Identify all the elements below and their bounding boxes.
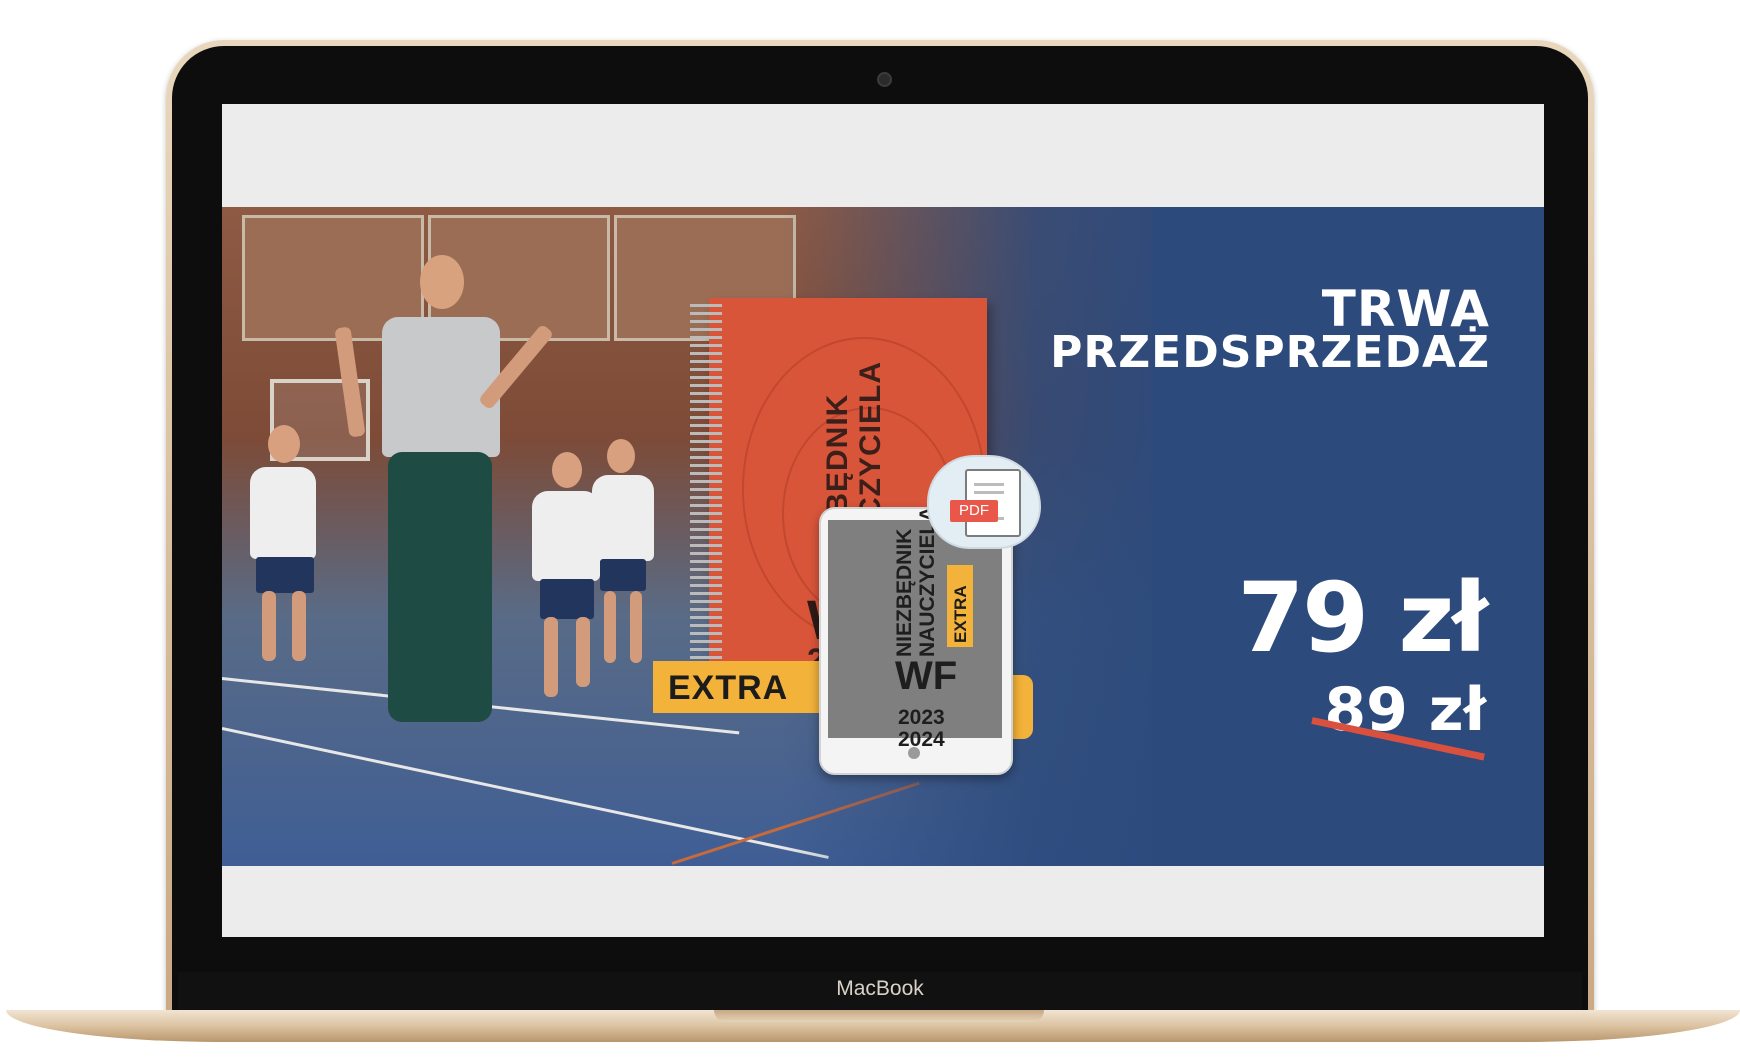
laptop-screen: NIEZBĘDNIK NAUCZYCIELA WF 2023 2024 EXTR… <box>222 104 1544 937</box>
tablet-year-end: 2024 <box>898 728 945 751</box>
camera-icon <box>877 72 892 87</box>
tablet-extra-label: EXTRA <box>951 585 970 643</box>
document-line <box>974 491 1004 494</box>
spiral-binding <box>690 304 722 662</box>
promo-banner: NIEZBĘDNIK NAUCZYCIELA WF 2023 2024 EXTR… <box>222 207 1544 866</box>
tablet-title-line1: NIEZBĘDNIK <box>893 528 916 657</box>
document-line <box>974 483 1004 486</box>
tablet-year-start: 2023 <box>898 706 945 729</box>
old-price: 89 zł <box>1324 675 1486 745</box>
tablet-subject: WF <box>895 654 958 698</box>
macbook-label: MacBook <box>836 977 924 1000</box>
current-price: 79 zł <box>1237 562 1488 674</box>
extra-tag-label: EXTRA <box>668 669 789 707</box>
laptop-hinge-notch <box>714 1010 1044 1022</box>
court-line <box>222 727 829 859</box>
promo-headline-line2: PRZEDSPRZEDAŻ <box>1050 327 1490 378</box>
pdf-badge: PDF <box>950 500 998 522</box>
